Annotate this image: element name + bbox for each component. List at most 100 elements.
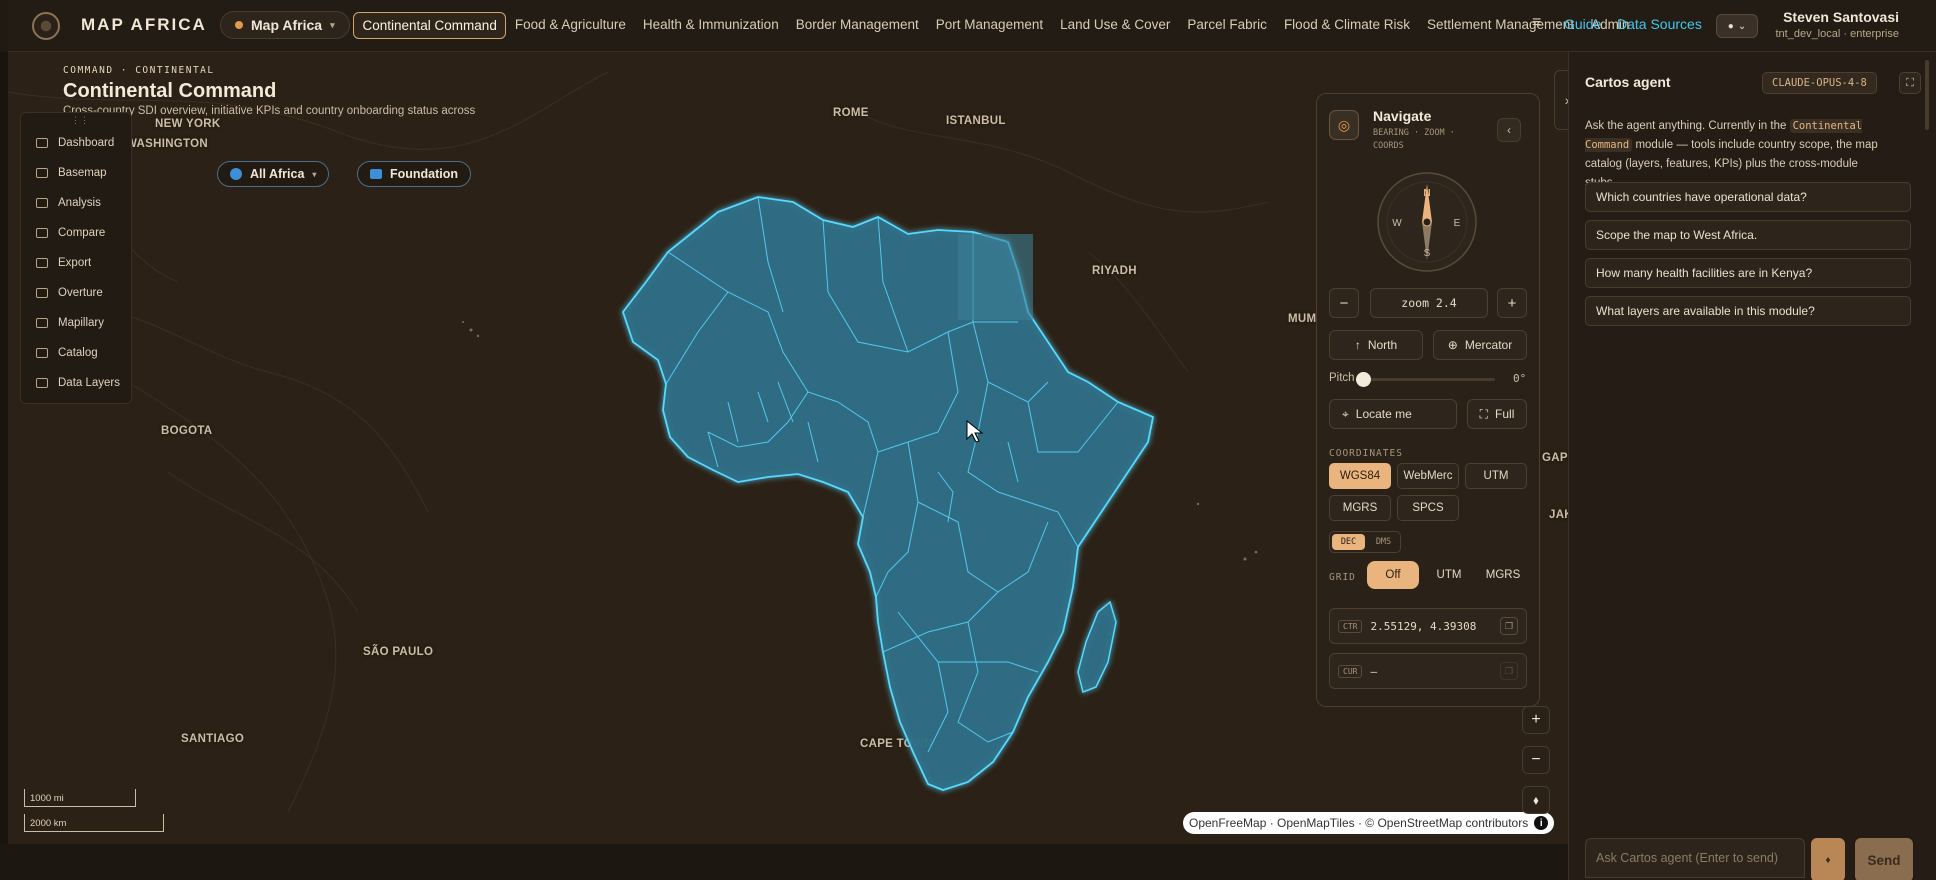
pitch-slider-handle[interactable] xyxy=(1356,372,1371,387)
city-label: SANTIAGO xyxy=(181,733,245,745)
status-dot-icon xyxy=(235,21,243,29)
pitch-label: Pitch xyxy=(1329,372,1355,384)
suggestion-chip[interactable]: How many health facilities are in Kenya? xyxy=(1585,258,1911,288)
scale-bar-metric: 2000 km xyxy=(24,814,164,832)
crs-utm-chip[interactable]: UTM xyxy=(1465,463,1527,489)
copy-icon[interactable]: ❐ xyxy=(1500,617,1518,635)
rail-item-analysis[interactable]: Analysis xyxy=(36,197,101,209)
layers-icon xyxy=(36,378,48,388)
globe-icon: ⊕ xyxy=(1447,338,1458,352)
rail-item-export[interactable]: Export xyxy=(36,257,91,269)
nav-settlement-management[interactable]: Settlement Management xyxy=(1418,12,1582,39)
city-label: ROME xyxy=(833,107,869,119)
rail-item-overture[interactable]: Overture xyxy=(36,287,103,299)
scrollbar[interactable] xyxy=(1925,60,1929,130)
grid-off-chip[interactable]: Off xyxy=(1367,561,1419,589)
region-scope-select[interactable]: All Africa ▾ xyxy=(217,161,330,187)
rail-item-basemap[interactable]: Basemap xyxy=(36,167,107,179)
theme-toggle-button[interactable]: ● ⌄ xyxy=(1716,14,1758,38)
crs-spcs-chip[interactable]: SPCS xyxy=(1397,495,1459,521)
navigate-panel: ◎ Navigate BEARING · ZOOM · COORDS ‹ N S… xyxy=(1316,93,1540,707)
map-canvas[interactable]: NEW YORK WASHINGTON ROME ISTANBUL RIYADH… xyxy=(8,52,1568,844)
format-dms-option[interactable]: DMS xyxy=(1367,532,1400,552)
crs-wgs84-chip[interactable]: WGS84 xyxy=(1329,463,1391,489)
compass-reset-button[interactable]: ⬧ xyxy=(1522,786,1550,814)
info-icon[interactable]: i xyxy=(1534,816,1549,830)
zoom-out-button[interactable]: − xyxy=(1522,746,1550,774)
compass-rose[interactable]: N S E W xyxy=(1375,170,1479,274)
nav-continental-command[interactable]: Continental Command xyxy=(353,12,507,39)
navigate-subtitle: BEARING · ZOOM · COORDS xyxy=(1373,128,1455,151)
locate-me-button[interactable]: ⌖ Locate me xyxy=(1329,399,1457,429)
send-button[interactable]: Send xyxy=(1855,838,1913,880)
grid-icon xyxy=(36,288,48,298)
nav-port-management[interactable]: Port Management xyxy=(927,12,1051,39)
city-label: NEW YORK xyxy=(155,118,221,130)
nav-health-immunization[interactable]: Health & Immunization xyxy=(634,12,787,39)
reset-north-button[interactable]: ↑ North xyxy=(1329,330,1423,360)
compass-e-label: E xyxy=(1454,218,1461,229)
guide-link[interactable]: Guide xyxy=(1564,16,1601,32)
nav-flood-climate-risk[interactable]: Flood & Climate Risk xyxy=(1275,12,1418,39)
rail-item-data-layers[interactable]: Data Layers xyxy=(36,377,120,389)
nav-land-use-cover[interactable]: Land Use & Cover xyxy=(1052,12,1179,39)
data-sources-link[interactable]: Data Sources xyxy=(1617,16,1702,32)
page-title: Continental Command xyxy=(63,80,277,102)
user-name[interactable]: Steven Santovasi xyxy=(1783,9,1899,25)
rail-item-dashboard[interactable]: Dashboard xyxy=(36,137,114,149)
location-pin-icon: ⌖ xyxy=(1342,406,1349,421)
city-label: WASHINGTON xyxy=(126,138,209,150)
zoom-in-step-button[interactable]: + xyxy=(1497,288,1527,318)
agent-input[interactable]: Ask Cartos agent (Enter to send) xyxy=(1585,838,1805,878)
collapse-panel-button[interactable]: ‹ xyxy=(1497,118,1521,142)
nav-border-management[interactable]: Border Management xyxy=(787,12,927,39)
city-label: SÃO PAULO xyxy=(363,646,434,658)
crs-webmerc-chip[interactable]: WebMerc xyxy=(1397,463,1459,489)
rail-item-label: Compare xyxy=(58,227,106,239)
attribution-text: OpenFreeMap · OpenMapTiles · © OpenStree… xyxy=(1189,816,1529,830)
rail-item-compare[interactable]: Compare xyxy=(36,227,105,239)
nav-parcel-fabric[interactable]: Parcel Fabric xyxy=(1179,12,1276,39)
compass-s-label: S xyxy=(1424,248,1431,259)
layer-set-icon xyxy=(370,169,382,179)
zoom-in-button[interactable]: + xyxy=(1522,706,1550,734)
export-icon xyxy=(36,258,48,268)
expand-icon[interactable]: ⛶ xyxy=(1899,72,1921,94)
fullscreen-button[interactable]: ⛶ Full xyxy=(1467,399,1527,429)
top-bar: MAP AFRICA Map Africa ▾ Continental Comm… xyxy=(8,0,1936,52)
catalog-icon xyxy=(36,348,48,358)
rail-item-catalog[interactable]: Catalog xyxy=(36,347,98,359)
suggestion-chip[interactable]: Which countries have operational data? xyxy=(1585,182,1911,212)
cursor-coordinates-value: – xyxy=(1370,664,1378,678)
city-label: MUM xyxy=(1288,313,1317,325)
module-switcher[interactable]: Map Africa ▾ xyxy=(220,11,350,39)
compass-w-label: W xyxy=(1392,218,1402,229)
format-dec-option[interactable]: DEC xyxy=(1332,534,1365,550)
projection-button[interactable]: ⊕ Mercator xyxy=(1433,330,1527,360)
zoom-out-step-button[interactable]: − xyxy=(1329,288,1359,318)
logo-icon[interactable] xyxy=(32,12,60,40)
layer-set-button[interactable]: Foundation xyxy=(357,161,472,187)
center-tag: CTR xyxy=(1338,619,1363,633)
model-badge[interactable]: CLAUDE-OPUS-4-8 xyxy=(1762,72,1877,94)
grid-mgrs-chip[interactable]: MGRS xyxy=(1477,561,1529,589)
suggestion-chip[interactable]: Scope the map to West Africa. xyxy=(1585,220,1911,250)
mic-icon[interactable]: ♦ xyxy=(1811,838,1845,880)
grid-utm-chip[interactable]: UTM xyxy=(1423,561,1475,589)
drag-handle-icon[interactable]: ⋮⋮ xyxy=(71,115,89,126)
africa-countries-layer[interactable] xyxy=(608,192,1168,812)
map-icon xyxy=(36,168,48,178)
rail-item-label: Export xyxy=(58,257,92,269)
crs-mgrs-chip[interactable]: MGRS xyxy=(1329,495,1391,521)
hamburger-menu-icon[interactable]: ≡ xyxy=(1532,14,1541,32)
window-edge xyxy=(0,52,8,880)
nav-food-agriculture[interactable]: Food & Agriculture xyxy=(506,12,634,39)
suggestion-chip[interactable]: What layers are available in this module… xyxy=(1585,296,1911,326)
map-tool-rail: ⋮⋮ Dashboard Basemap Analysis Compare Ex… xyxy=(20,112,132,404)
pitch-slider-track[interactable] xyxy=(1361,378,1495,381)
rail-item-mapillary[interactable]: Mapillary xyxy=(36,317,104,329)
compass-icon: ◎ xyxy=(1329,110,1359,140)
copy-icon[interactable]: ❐ xyxy=(1500,662,1518,680)
theme-icon: ● xyxy=(1727,20,1734,32)
agent-panel: Cartos agent CLAUDE-OPUS-4-8 ⛶ Ask the a… xyxy=(1568,52,1936,880)
